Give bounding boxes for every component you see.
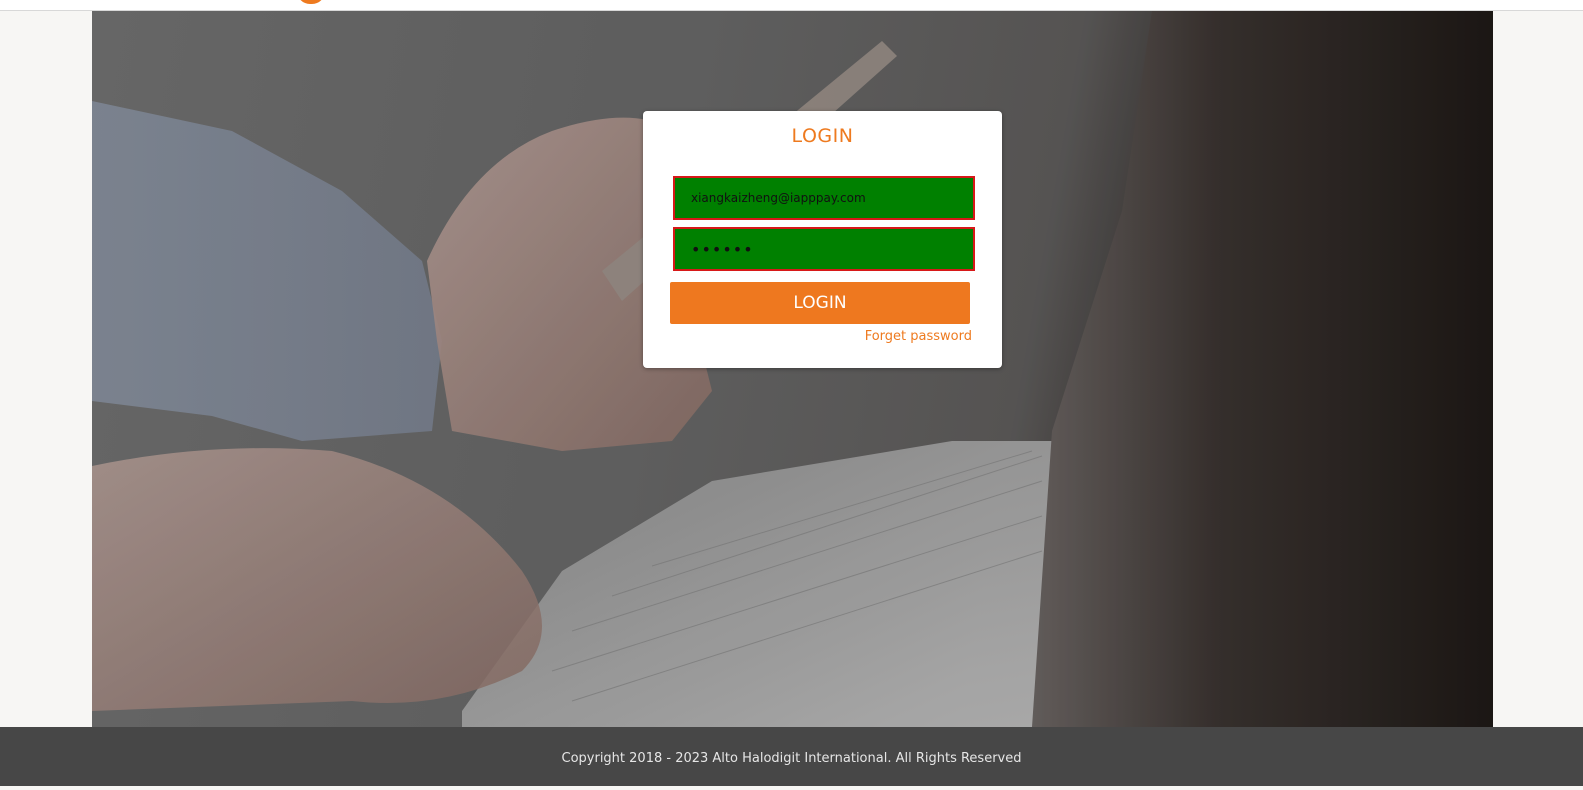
footer-copyright: Copyright 2018 - 2023 Alto Halodigit Int…	[561, 751, 1022, 766]
login-card: LOGIN LOGIN Forget password	[643, 111, 1002, 368]
forget-password-link[interactable]: Forget password	[865, 329, 972, 344]
footer: Copyright 2018 - 2023 Alto Halodigit Int…	[0, 727, 1583, 786]
login-title: LOGIN	[791, 125, 854, 147]
email-field[interactable]	[673, 176, 975, 220]
top-header-bar	[0, 0, 1583, 11]
brand-logo-icon	[297, 0, 325, 4]
login-button[interactable]: LOGIN	[670, 282, 970, 324]
password-field[interactable]	[673, 227, 975, 271]
